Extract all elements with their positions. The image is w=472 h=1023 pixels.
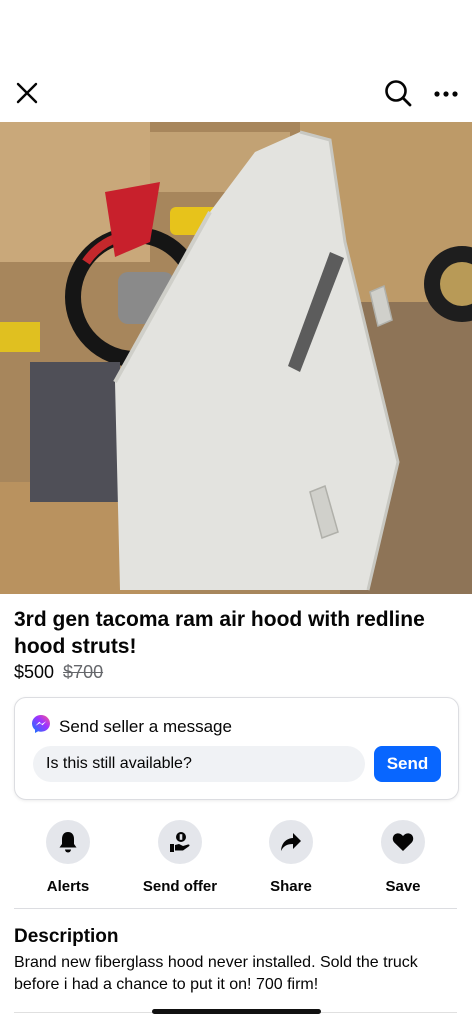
description-text: Brand new fiberglass hood never installe…	[14, 954, 418, 993]
hood-photo-illustration	[0, 122, 472, 594]
message-seller-card: Send seller a message Is this still avai…	[14, 697, 459, 800]
price: $500	[14, 662, 55, 682]
bell-icon	[46, 820, 90, 864]
share-label: Share	[270, 878, 312, 895]
share-arrow-icon	[269, 820, 313, 864]
message-input[interactable]: Is this still available?	[33, 746, 365, 782]
action-row: Alerts Send offer Share Save	[0, 820, 472, 900]
save-label: Save	[385, 878, 421, 895]
description-heading: Description	[14, 926, 119, 947]
home-indicator[interactable]	[152, 1009, 321, 1014]
share-action[interactable]: Share	[236, 820, 346, 895]
send-button[interactable]: Send	[374, 746, 441, 782]
alerts-action[interactable]: Alerts	[13, 820, 123, 895]
send-offer-action[interactable]: Send offer	[125, 820, 235, 895]
listing-photo[interactable]	[0, 122, 472, 594]
listing-title: 3rd gen tacoma ram air hood with redline…	[14, 608, 425, 658]
more-horizontal-icon[interactable]	[430, 80, 462, 108]
heart-icon	[381, 820, 425, 864]
price-row: $500 $700	[14, 662, 103, 683]
send-offer-label: Send offer	[142, 878, 218, 895]
offer-icon	[158, 820, 202, 864]
save-action[interactable]: Save	[348, 820, 458, 895]
message-heading: Send seller a message	[59, 716, 232, 736]
messenger-icon	[31, 714, 51, 739]
alerts-label: Alerts	[46, 878, 90, 895]
search-icon[interactable]	[381, 76, 415, 110]
close-icon[interactable]	[12, 78, 42, 108]
message-heading-row: Send seller a message	[31, 714, 232, 739]
section-divider	[14, 908, 457, 909]
top-bar	[0, 0, 472, 122]
original-price: $700	[63, 662, 104, 682]
